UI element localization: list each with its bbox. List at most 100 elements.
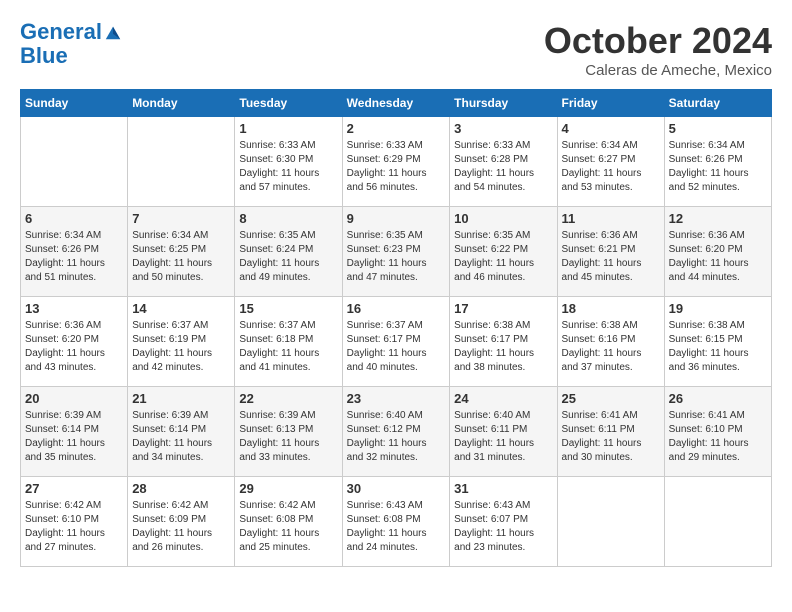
day-info: Sunrise: 6:33 AM Sunset: 6:28 PM Dayligh… [454, 139, 552, 195]
day-info: Sunrise: 6:34 AM Sunset: 6:26 PM Dayligh… [25, 229, 123, 285]
day-info: Sunrise: 6:42 AM Sunset: 6:10 PM Dayligh… [25, 499, 123, 555]
calendar-table: SundayMondayTuesdayWednesdayThursdayFrid… [20, 89, 772, 567]
day-info: Sunrise: 6:36 AM Sunset: 6:20 PM Dayligh… [25, 319, 123, 375]
calendar-cell: 28 Sunrise: 6:42 AM Sunset: 6:09 PM Dayli… [128, 477, 235, 567]
calendar-cell: 22 Sunrise: 6:39 AM Sunset: 6:13 PM Dayli… [235, 387, 342, 477]
calendar-cell [557, 477, 664, 567]
day-number: 6 [25, 211, 123, 226]
calendar-week-2: 13 Sunrise: 6:36 AM Sunset: 6:20 PM Dayli… [21, 297, 772, 387]
calendar-cell: 18 Sunrise: 6:38 AM Sunset: 6:16 PM Dayli… [557, 297, 664, 387]
day-info: Sunrise: 6:39 AM Sunset: 6:14 PM Dayligh… [25, 409, 123, 465]
calendar-cell: 17 Sunrise: 6:38 AM Sunset: 6:17 PM Dayli… [450, 297, 557, 387]
header-wednesday: Wednesday [342, 90, 450, 117]
day-number: 7 [132, 211, 230, 226]
day-number: 13 [25, 301, 123, 316]
day-number: 27 [25, 481, 123, 496]
day-info: Sunrise: 6:36 AM Sunset: 6:20 PM Dayligh… [669, 229, 767, 285]
day-info: Sunrise: 6:35 AM Sunset: 6:22 PM Dayligh… [454, 229, 552, 285]
day-number: 15 [239, 301, 337, 316]
day-number: 9 [347, 211, 446, 226]
day-info: Sunrise: 6:34 AM Sunset: 6:27 PM Dayligh… [562, 139, 660, 195]
day-number: 8 [239, 211, 337, 226]
day-number: 1 [239, 121, 337, 136]
calendar-week-0: 1Sunrise: 6:33 AM Sunset: 6:30 PM Daylig… [21, 117, 772, 207]
day-number: 4 [562, 121, 660, 136]
day-number: 29 [239, 481, 337, 496]
calendar-week-3: 20 Sunrise: 6:39 AM Sunset: 6:14 PM Dayli… [21, 387, 772, 477]
day-number: 10 [454, 211, 552, 226]
title-block: October 2024 Caleras de Ameche, Mexico [544, 20, 772, 79]
day-number: 11 [562, 211, 660, 226]
calendar-cell: 16Sunrise: 6:37 AM Sunset: 6:17 PM Dayli… [342, 297, 450, 387]
day-number: 26 [669, 391, 767, 406]
calendar-cell: 24Sunrise: 6:40 AM Sunset: 6:11 PM Dayli… [450, 387, 557, 477]
header-sunday: Sunday [21, 90, 128, 117]
calendar-cell: 6 Sunrise: 6:34 AM Sunset: 6:26 PM Daylig… [21, 207, 128, 297]
day-number: 18 [562, 301, 660, 316]
calendar-cell: 21 Sunrise: 6:39 AM Sunset: 6:14 PM Dayli… [128, 387, 235, 477]
day-number: 22 [239, 391, 337, 406]
day-info: Sunrise: 6:38 AM Sunset: 6:15 PM Dayligh… [669, 319, 767, 375]
calendar-cell: 14Sunrise: 6:37 AM Sunset: 6:19 PM Dayli… [128, 297, 235, 387]
calendar-cell: 20 Sunrise: 6:39 AM Sunset: 6:14 PM Dayli… [21, 387, 128, 477]
day-info: Sunrise: 6:42 AM Sunset: 6:09 PM Dayligh… [132, 499, 230, 555]
day-number: 12 [669, 211, 767, 226]
day-info: Sunrise: 6:43 AM Sunset: 6:07 PM Dayligh… [454, 499, 552, 555]
calendar-cell [21, 117, 128, 207]
day-number: 21 [132, 391, 230, 406]
header-friday: Friday [557, 90, 664, 117]
calendar-cell: 15Sunrise: 6:37 AM Sunset: 6:18 PM Dayli… [235, 297, 342, 387]
logo-text: General [20, 20, 102, 44]
calendar-cell: 29 Sunrise: 6:42 AM Sunset: 6:08 PM Dayli… [235, 477, 342, 567]
calendar-cell: 31 Sunrise: 6:43 AM Sunset: 6:07 PM Dayli… [450, 477, 557, 567]
calendar-cell: 2 Sunrise: 6:33 AM Sunset: 6:29 PM Daylig… [342, 117, 450, 207]
day-info: Sunrise: 6:39 AM Sunset: 6:13 PM Dayligh… [239, 409, 337, 465]
day-number: 23 [347, 391, 446, 406]
calendar-cell: 5Sunrise: 6:34 AM Sunset: 6:26 PM Daylig… [664, 117, 771, 207]
day-number: 3 [454, 121, 552, 136]
day-number: 17 [454, 301, 552, 316]
calendar-cell: 23 Sunrise: 6:40 AM Sunset: 6:12 PM Dayli… [342, 387, 450, 477]
calendar-cell: 4 Sunrise: 6:34 AM Sunset: 6:27 PM Daylig… [557, 117, 664, 207]
day-info: Sunrise: 6:38 AM Sunset: 6:16 PM Dayligh… [562, 319, 660, 375]
calendar-cell: 8Sunrise: 6:35 AM Sunset: 6:24 PM Daylig… [235, 207, 342, 297]
day-number: 20 [25, 391, 123, 406]
month-title: October 2024 [544, 20, 772, 62]
calendar-cell: 7 Sunrise: 6:34 AM Sunset: 6:25 PM Daylig… [128, 207, 235, 297]
day-number: 28 [132, 481, 230, 496]
calendar-header-row: SundayMondayTuesdayWednesdayThursdayFrid… [21, 90, 772, 117]
day-number: 5 [669, 121, 767, 136]
day-info: Sunrise: 6:41 AM Sunset: 6:10 PM Dayligh… [669, 409, 767, 465]
day-number: 25 [562, 391, 660, 406]
day-number: 19 [669, 301, 767, 316]
calendar-cell: 19 Sunrise: 6:38 AM Sunset: 6:15 PM Dayli… [664, 297, 771, 387]
calendar-cell: 27 Sunrise: 6:42 AM Sunset: 6:10 PM Dayli… [21, 477, 128, 567]
day-info: Sunrise: 6:40 AM Sunset: 6:12 PM Dayligh… [347, 409, 446, 465]
calendar-cell: 9Sunrise: 6:35 AM Sunset: 6:23 PM Daylig… [342, 207, 450, 297]
header-thursday: Thursday [450, 90, 557, 117]
calendar-cell: 26 Sunrise: 6:41 AM Sunset: 6:10 PM Dayli… [664, 387, 771, 477]
day-info: Sunrise: 6:37 AM Sunset: 6:19 PM Dayligh… [132, 319, 230, 375]
location: Caleras de Ameche, Mexico [544, 62, 772, 79]
day-number: 31 [454, 481, 552, 496]
calendar-cell [664, 477, 771, 567]
calendar-week-4: 27 Sunrise: 6:42 AM Sunset: 6:10 PM Dayli… [21, 477, 772, 567]
calendar-cell: 13 Sunrise: 6:36 AM Sunset: 6:20 PM Dayli… [21, 297, 128, 387]
day-info: Sunrise: 6:36 AM Sunset: 6:21 PM Dayligh… [562, 229, 660, 285]
day-number: 2 [347, 121, 446, 136]
day-info: Sunrise: 6:41 AM Sunset: 6:11 PM Dayligh… [562, 409, 660, 465]
day-info: Sunrise: 6:43 AM Sunset: 6:08 PM Dayligh… [347, 499, 446, 555]
day-info: Sunrise: 6:39 AM Sunset: 6:14 PM Dayligh… [132, 409, 230, 465]
header-monday: Monday [128, 90, 235, 117]
header-saturday: Saturday [664, 90, 771, 117]
day-info: Sunrise: 6:38 AM Sunset: 6:17 PM Dayligh… [454, 319, 552, 375]
day-info: Sunrise: 6:42 AM Sunset: 6:08 PM Dayligh… [239, 499, 337, 555]
day-info: Sunrise: 6:33 AM Sunset: 6:29 PM Dayligh… [347, 139, 446, 195]
day-number: 30 [347, 481, 446, 496]
logo: General Blue [20, 20, 122, 68]
calendar-cell: 3 Sunrise: 6:33 AM Sunset: 6:28 PM Daylig… [450, 117, 557, 207]
calendar-cell: 25 Sunrise: 6:41 AM Sunset: 6:11 PM Dayli… [557, 387, 664, 477]
logo-text-blue: Blue [20, 44, 122, 68]
calendar-cell: 30 Sunrise: 6:43 AM Sunset: 6:08 PM Dayli… [342, 477, 450, 567]
day-info: Sunrise: 6:34 AM Sunset: 6:25 PM Dayligh… [132, 229, 230, 285]
